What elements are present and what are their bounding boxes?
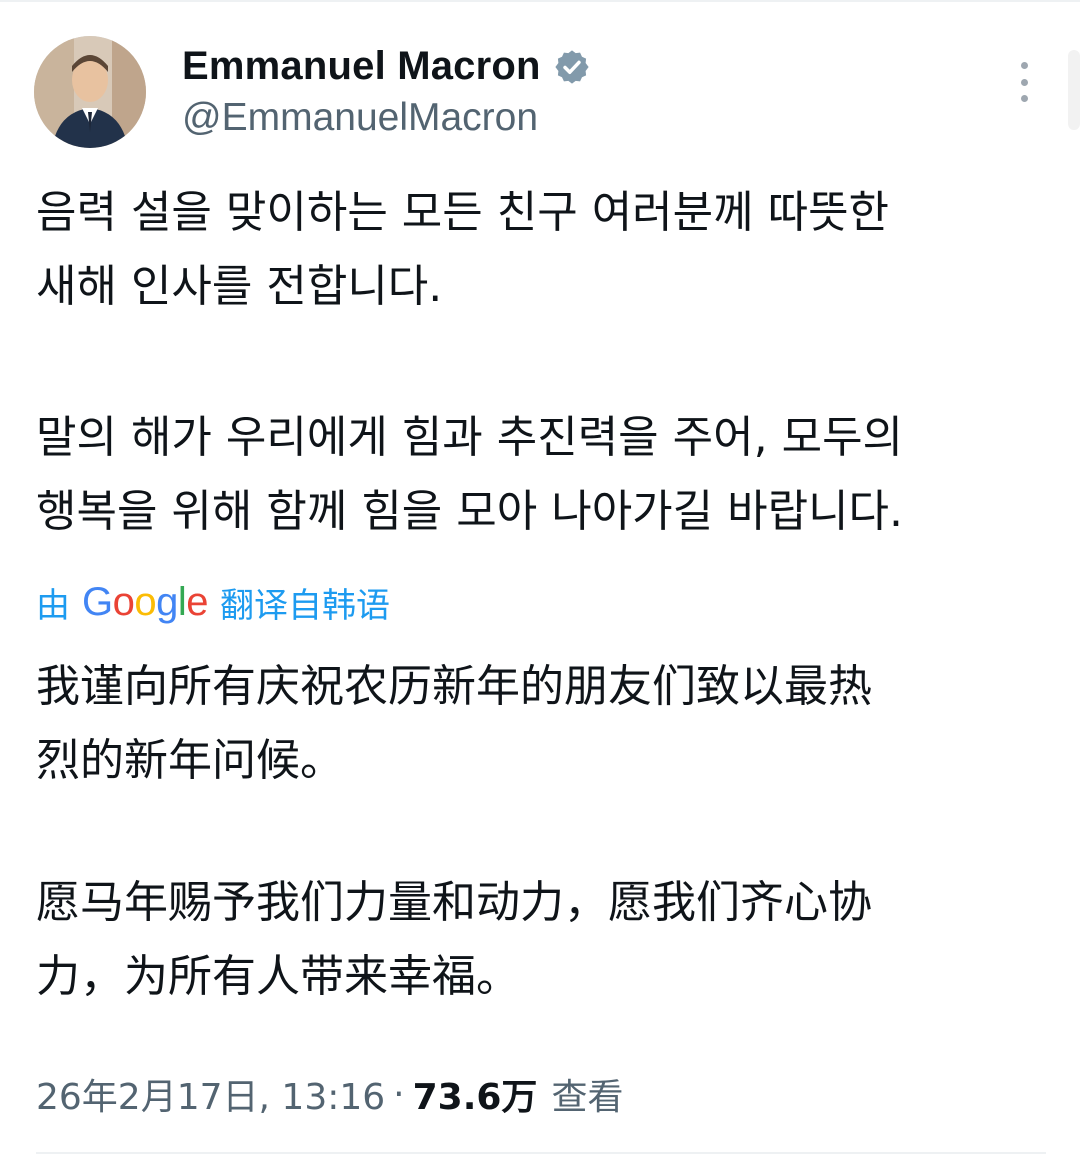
bottom-divider [36,1152,1046,1154]
more-dot [1020,95,1028,102]
scrollbar[interactable] [1068,50,1080,130]
meta-separator: · [393,1073,405,1115]
tweet-header: Emmanuel Macron @EmmanuelMacron [34,36,1044,156]
more-dot [1020,62,1028,69]
translated-paragraph-2: 愿马年赐予我们力量和动力，愿我们齐心协 力，为所有人带来幸福。 [36,877,872,1002]
views-count[interactable]: 73.6万 [413,1068,538,1120]
tweet-timestamp[interactable]: 26年2月17日, 13:16 [36,1068,385,1120]
google-logo: Google [82,580,209,624]
translation-attribution[interactable]: 由 Google 翻译自韩语 [36,578,390,627]
name-row: Emmanuel Macron [182,44,591,89]
tweet-text-paragraph-2: 말의 해가 우리에게 힘과 추진력을 주어, 모두의 행복을 위해 함께 힘을 … [36,412,904,537]
author-display-name[interactable]: Emmanuel Macron [182,44,541,89]
avatar[interactable] [34,36,146,148]
translation-prefix: 由 [36,586,70,626]
more-dot [1020,78,1028,86]
author-handle[interactable]: @EmmanuelMacron [182,96,538,140]
verified-badge-icon [555,49,589,84]
tweet-meta: 26年2月17日, 13:16 · 73.6万 查看 [36,1068,623,1120]
avatar-photo [34,36,146,148]
translated-paragraph-1: 我谨向所有庆祝农历新年的朋友们致以最热 烈的新年问候。 [36,661,872,786]
views-label[interactable]: 查看 [551,1068,623,1120]
translation-suffix: 翻译自韩语 [220,586,391,626]
more-vertical-icon[interactable] [1006,62,1042,102]
top-divider [0,0,1080,2]
tweet-text-paragraph-1: 음력 설을 맞이하는 모든 친구 여러분께 따뜻한 새해 인사를 전합니다. [36,187,890,312]
